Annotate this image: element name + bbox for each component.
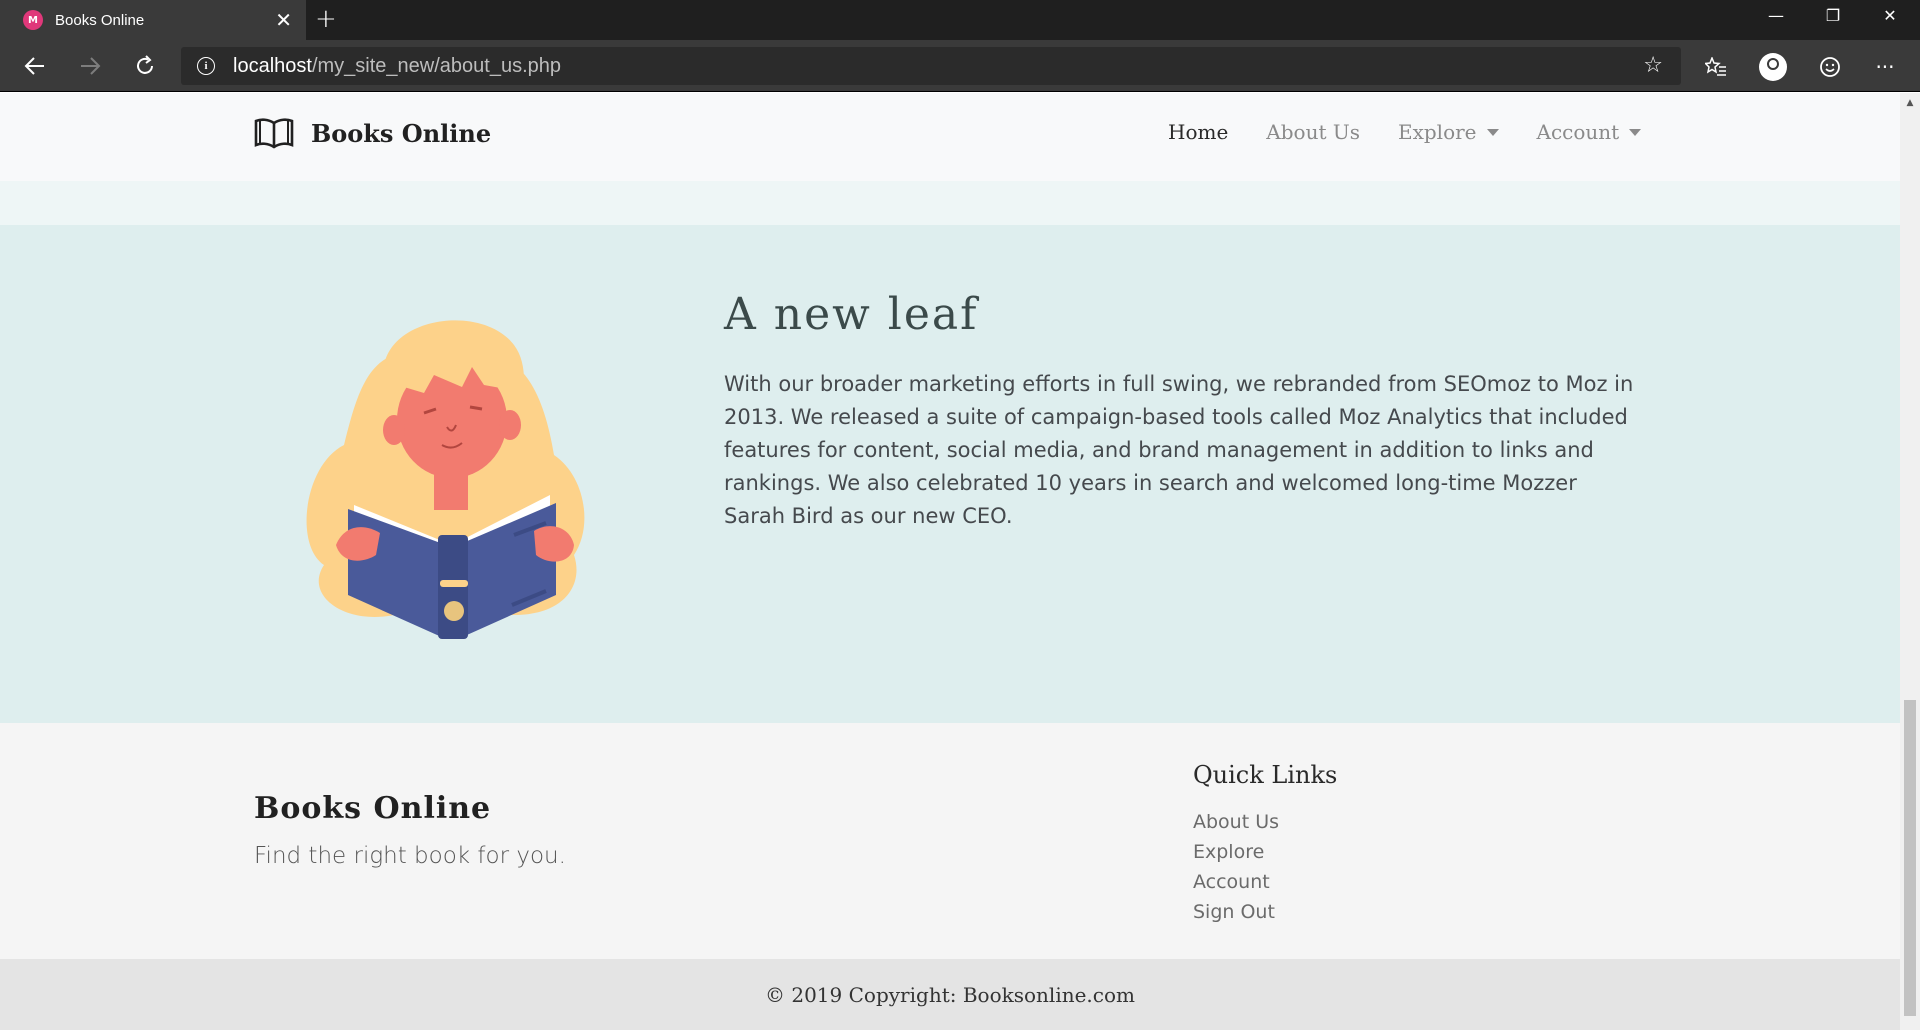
nav-about-us-label: About Us xyxy=(1266,120,1360,144)
section-title: A new leaf xyxy=(724,289,979,340)
minimize-icon[interactable]: — xyxy=(1748,0,1804,30)
info-icon[interactable]: i xyxy=(197,57,215,75)
url-host: localhost xyxy=(233,54,312,77)
page-viewport: Books Online Home About Us Explore Accou… xyxy=(0,93,1900,1030)
refresh-icon[interactable] xyxy=(127,50,163,82)
quick-link-explore[interactable]: Explore xyxy=(1193,840,1279,870)
smiley-icon[interactable] xyxy=(1813,52,1847,82)
nav-explore-label: Explore xyxy=(1397,120,1477,144)
nav-about-us[interactable]: About Us xyxy=(1266,120,1360,144)
nav-account-dropdown[interactable]: Account xyxy=(1537,120,1642,144)
url-path: /my_site_new/about_us.php xyxy=(311,54,561,77)
browser-tab-bar: M Books Online ✕ + — ❐ ✕ xyxy=(0,0,1920,40)
scroll-up-icon[interactable]: ▲ xyxy=(1900,93,1920,113)
section-body-text: With our broader marketing efforts in fu… xyxy=(724,372,1634,528)
profile-icon[interactable] xyxy=(1756,52,1790,82)
url-field[interactable]: i localhost/my_site_new/about_us.php ☆ xyxy=(181,47,1681,85)
forward-arrow-icon[interactable] xyxy=(72,50,108,82)
brand-name: Books Online xyxy=(311,118,492,148)
site-footer: Books Online Find the right book for you… xyxy=(0,723,1900,959)
nav-menu: Home About Us Explore Account xyxy=(1168,120,1679,144)
tab-close-icon[interactable]: ✕ xyxy=(275,8,292,32)
nav-explore-dropdown[interactable]: Explore xyxy=(1398,120,1499,144)
quick-links-list: About Us Explore Account Sign Out xyxy=(1193,810,1279,930)
restore-icon[interactable]: ❐ xyxy=(1805,0,1861,30)
quick-link-account[interactable]: Account xyxy=(1193,870,1279,900)
tab-title: Books Online xyxy=(55,11,145,29)
caret-down-icon xyxy=(1629,128,1642,136)
nav-home-label: Home xyxy=(1168,120,1229,144)
section-divider xyxy=(0,181,1900,225)
nav-account-label: Account xyxy=(1536,120,1620,144)
star-icon[interactable]: ☆ xyxy=(1643,53,1663,78)
book-icon xyxy=(254,118,294,149)
site-favicon-icon: M xyxy=(23,10,43,30)
new-tab-icon[interactable]: + xyxy=(315,4,337,34)
vertical-scrollbar[interactable]: ▲ xyxy=(1900,93,1920,1030)
scrollbar-thumb[interactable] xyxy=(1904,700,1916,1016)
site-navbar: Books Online Home About Us Explore Accou… xyxy=(0,93,1900,181)
more-icon[interactable]: ··· xyxy=(1868,52,1902,82)
brand-link[interactable]: Books Online xyxy=(254,117,491,149)
footer-tagline: Find the right book for you. xyxy=(254,843,566,869)
browser-address-bar: i localhost/my_site_new/about_us.php ☆ ·… xyxy=(0,40,1920,92)
copyright-bar: © 2019 Copyright: Booksonline.com xyxy=(0,959,1900,1030)
back-arrow-icon[interactable] xyxy=(17,50,53,82)
nav-home[interactable]: Home xyxy=(1168,120,1228,144)
window-close-icon[interactable]: ✕ xyxy=(1862,0,1918,30)
footer-brand: Books Online xyxy=(254,791,492,826)
favorites-icon[interactable] xyxy=(1699,52,1733,82)
about-section: A new leaf With our broader marketing ef… xyxy=(0,225,1900,723)
browser-tab[interactable]: M Books Online ✕ xyxy=(0,0,306,40)
girl-reading-book-illustration xyxy=(306,320,585,639)
quick-link-sign-out[interactable]: Sign Out xyxy=(1193,900,1279,930)
quick-link-about-us[interactable]: About Us xyxy=(1193,810,1279,840)
caret-down-icon xyxy=(1486,128,1499,136)
quick-links-title: Quick Links xyxy=(1193,761,1338,789)
